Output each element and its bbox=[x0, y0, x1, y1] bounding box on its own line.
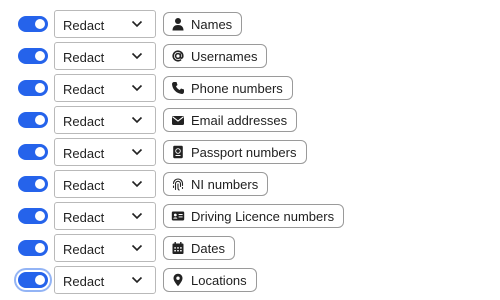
dates-mode-select[interactable]: Redact bbox=[54, 234, 156, 262]
locations-toggle[interactable] bbox=[18, 272, 48, 288]
chevron-down-icon bbox=[131, 180, 143, 188]
ni-numbers-toggle[interactable] bbox=[18, 176, 48, 192]
chip-label: Dates bbox=[191, 240, 225, 256]
toggle-knob bbox=[35, 243, 45, 253]
email-addresses-mode-select[interactable]: Redact bbox=[54, 106, 156, 134]
email-addresses-chip[interactable]: Email addresses bbox=[163, 108, 298, 132]
phone-numbers-toggle[interactable] bbox=[18, 80, 48, 96]
toggle-knob bbox=[35, 179, 45, 189]
mode-select-value: Redact bbox=[63, 242, 105, 257]
mode-select-value: Redact bbox=[63, 114, 105, 129]
toggle-knob bbox=[35, 211, 45, 221]
setting-row-passport-numbers: Redact Passport numbers bbox=[0, 137, 500, 169]
calendar-icon bbox=[172, 242, 184, 254]
chevron-down-icon bbox=[131, 84, 143, 92]
setting-row-usernames: Redact Usernames bbox=[0, 41, 500, 73]
names-chip[interactable]: Names bbox=[163, 12, 243, 36]
driving-licence-numbers-mode-select[interactable]: Redact bbox=[54, 202, 156, 230]
chip-label: NI numbers bbox=[191, 176, 259, 192]
chip-label: Names bbox=[191, 16, 233, 32]
redaction-settings-list: Redact Names Redact Usernames Redact Pho… bbox=[0, 9, 500, 297]
locations-mode-select[interactable]: Redact bbox=[54, 266, 156, 294]
driving-licence-numbers-toggle[interactable] bbox=[18, 208, 48, 224]
ni-numbers-chip[interactable]: NI numbers bbox=[163, 172, 269, 196]
names-toggle[interactable] bbox=[18, 16, 48, 32]
chevron-down-icon bbox=[131, 212, 143, 220]
setting-row-email-addresses: Redact Email addresses bbox=[0, 105, 500, 137]
chevron-down-icon bbox=[131, 52, 143, 60]
usernames-mode-select[interactable]: Redact bbox=[54, 42, 156, 70]
passport-numbers-toggle[interactable] bbox=[18, 144, 48, 160]
mode-select-value: Redact bbox=[63, 178, 105, 193]
email-addresses-toggle[interactable] bbox=[18, 112, 48, 128]
names-mode-select[interactable]: Redact bbox=[54, 10, 156, 38]
chip-label: Usernames bbox=[191, 48, 258, 64]
setting-row-driving-licence-numbers: Redact Driving Licence numbers bbox=[0, 201, 500, 233]
setting-row-locations: Redact Locations bbox=[0, 265, 500, 297]
mode-select-value: Redact bbox=[63, 274, 105, 289]
chip-label: Driving Licence numbers bbox=[191, 208, 335, 224]
envelope-icon bbox=[172, 116, 184, 125]
setting-row-phone-numbers: Redact Phone numbers bbox=[0, 73, 500, 105]
chip-label: Email addresses bbox=[191, 112, 288, 128]
phone-icon bbox=[172, 82, 184, 94]
passport-numbers-chip[interactable]: Passport numbers bbox=[163, 140, 307, 164]
location-pin-icon bbox=[173, 273, 183, 287]
chevron-down-icon bbox=[131, 276, 143, 284]
mode-select-value: Redact bbox=[63, 82, 105, 97]
toggle-knob bbox=[35, 147, 45, 157]
toggle-knob bbox=[35, 19, 45, 29]
chip-label: Locations bbox=[191, 272, 247, 288]
mode-select-value: Redact bbox=[63, 18, 105, 33]
setting-row-dates: Redact Dates bbox=[0, 233, 500, 265]
person-icon bbox=[172, 18, 184, 31]
setting-row-ni-numbers: Redact NI numbers bbox=[0, 169, 500, 201]
at-sign-icon bbox=[172, 50, 184, 62]
chevron-down-icon bbox=[131, 116, 143, 124]
dates-toggle[interactable] bbox=[18, 240, 48, 256]
toggle-knob bbox=[35, 115, 45, 125]
toggle-knob bbox=[35, 275, 45, 285]
driving-licence-numbers-chip[interactable]: Driving Licence numbers bbox=[163, 204, 345, 228]
phone-numbers-mode-select[interactable]: Redact bbox=[54, 74, 156, 102]
passport-icon bbox=[173, 145, 183, 159]
mode-select-value: Redact bbox=[63, 210, 105, 225]
mode-select-value: Redact bbox=[63, 146, 105, 161]
toggle-knob bbox=[35, 83, 45, 93]
ni-numbers-mode-select[interactable]: Redact bbox=[54, 170, 156, 198]
setting-row-names: Redact Names bbox=[0, 9, 500, 41]
chip-label: Passport numbers bbox=[191, 144, 297, 160]
id-card-icon bbox=[171, 211, 185, 221]
fingerprint-icon bbox=[172, 178, 184, 191]
phone-numbers-chip[interactable]: Phone numbers bbox=[163, 76, 293, 100]
usernames-toggle[interactable] bbox=[18, 48, 48, 64]
usernames-chip[interactable]: Usernames bbox=[163, 44, 268, 68]
toggle-knob bbox=[35, 51, 45, 61]
mode-select-value: Redact bbox=[63, 50, 105, 65]
chevron-down-icon bbox=[131, 20, 143, 28]
chevron-down-icon bbox=[131, 244, 143, 252]
locations-chip[interactable]: Locations bbox=[163, 268, 257, 292]
passport-numbers-mode-select[interactable]: Redact bbox=[54, 138, 156, 166]
chip-label: Phone numbers bbox=[191, 80, 283, 96]
dates-chip[interactable]: Dates bbox=[163, 236, 235, 260]
chevron-down-icon bbox=[131, 148, 143, 156]
